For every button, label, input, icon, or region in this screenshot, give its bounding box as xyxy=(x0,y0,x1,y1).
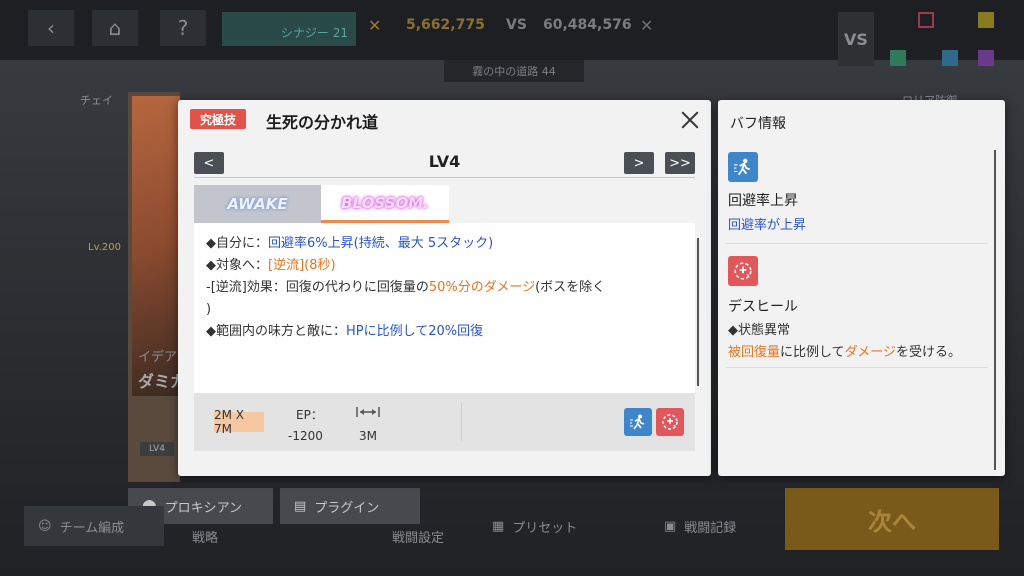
description-scrollbar[interactable] xyxy=(697,238,699,386)
team-synergy-badge: シナジー 21 xyxy=(222,12,356,46)
desc-highlight: 50%分のダメージ xyxy=(428,280,536,295)
preset-button[interactable]: ▦ プリセット xyxy=(478,512,628,540)
synergy-node-icon xyxy=(978,50,994,66)
divider xyxy=(461,403,462,441)
team-edit-label: チーム編成 xyxy=(59,520,125,536)
strategy-tab[interactable]: 戦略 xyxy=(178,522,288,550)
proxy-label: プロキシアン xyxy=(164,500,243,516)
ultimate-badge: 究極技 xyxy=(190,109,246,129)
evasion-up-icon[interactable] xyxy=(624,408,652,436)
skill-description: ◆自分に：回避率6%上昇(持続、最大 5スタック) ◆対象へ：[逆流](8秒) … xyxy=(194,223,699,393)
battle-settings-tab[interactable]: 戦闘設定 xyxy=(378,522,478,550)
team-synergy-label: シナジー 21 xyxy=(280,26,348,40)
character-title: イデア xyxy=(138,350,178,365)
vs-label: VS xyxy=(506,17,527,33)
tab-blossom[interactable]: BLOSSOM. xyxy=(321,185,449,223)
next-button[interactable]: 次へ xyxy=(785,488,999,550)
desc-text: を受ける。 xyxy=(896,345,962,360)
distance-icon xyxy=(356,407,380,417)
top-bar: ‹ ⌂ ? シナジー 21 ✕ 5,662,775 VS 60,484,576 … xyxy=(0,0,1024,66)
home-button[interactable]: ⌂ xyxy=(92,10,138,46)
enemy-power-score: 60,484,576 xyxy=(543,17,632,33)
buff-entry-evasion: 回避率上昇 回避率が上昇 xyxy=(726,152,988,244)
battle-record-label: 戦闘記録 xyxy=(684,520,737,536)
cross-icon: ✕ xyxy=(368,16,382,35)
heal-reverse-icon[interactable] xyxy=(656,408,684,436)
tab-awake[interactable]: AWAKE xyxy=(194,185,321,223)
back-button[interactable]: ‹ xyxy=(28,10,74,46)
desc-text: ◆自分に： xyxy=(206,236,268,251)
desc-text: -[逆流]効果：回復の代わりに回復量の xyxy=(206,280,429,295)
close-icon[interactable] xyxy=(678,108,702,132)
versus-logo: VS xyxy=(838,12,874,66)
desc-line-self: ◆自分に：回避率6%上昇(持続、最大 5スタック) xyxy=(206,233,695,255)
skill-info-bar: 2M X 7M EP： -1200 3M xyxy=(194,393,695,451)
buff-description: 回避率が上昇 xyxy=(728,214,806,233)
strategy-label: 戦略 xyxy=(192,530,219,546)
desc-text: が xyxy=(767,218,781,233)
heal-reverse-icon xyxy=(728,256,758,286)
buff-entry-death-heal: デスヒール ◆状態異常 被回復量に比例してダメージを受ける。 xyxy=(726,256,988,368)
desc-highlight: 被回復量 xyxy=(728,345,781,360)
desc-highlight: HPに比例して20%回復 xyxy=(346,324,484,339)
desc-line-effect: -[逆流]効果：回復の代わりに回復量の50%分のダメージ(ボスを除く xyxy=(206,277,695,299)
desc-line-area: ◆範囲内の味方と敵に：HPに比例して20%回復 xyxy=(206,321,695,343)
desc-text: に比例して xyxy=(780,345,845,360)
buff-description: 被回復量に比例してダメージを受ける。 xyxy=(728,341,961,360)
synergy-node-icon xyxy=(942,50,958,66)
skill-name: 生死の分かれ道 xyxy=(266,113,379,132)
team-power-score: 5,662,775 xyxy=(406,17,485,33)
desc-text: (ボスを除く xyxy=(535,280,606,295)
desc-highlight: [逆流](8秒) xyxy=(268,258,336,273)
ep-label: EP： xyxy=(296,408,323,422)
battle-record-button[interactable]: ▣ 戦闘記録 xyxy=(650,512,770,540)
buff-info-panel: バフ情報 回避率上昇 回避率が上昇 デスヒール ◆状態異常 被回復量に比例してダ… xyxy=(718,100,1005,476)
ep-value: -1200 xyxy=(288,429,323,443)
buff-name: デスヒール xyxy=(728,299,798,315)
desc-text: ◆対象へ： xyxy=(206,258,268,273)
desc-line-effect-close: ) xyxy=(206,302,212,317)
preset-label: プリセット xyxy=(512,520,578,536)
distance-value: 3M xyxy=(359,429,377,443)
buff-panel-title: バフ情報 xyxy=(730,116,786,132)
buff-tag: ◆状態異常 xyxy=(728,323,790,338)
help-button[interactable]: ? xyxy=(160,10,206,46)
desc-text: ◆範囲内の味方と敵に： xyxy=(206,324,346,339)
battle-settings-label: 戦闘設定 xyxy=(392,530,445,546)
plugin-icon: ▤ xyxy=(294,498,307,514)
cross-icon: ✕ xyxy=(640,16,654,35)
desc-highlight: 上昇 xyxy=(780,218,807,233)
desc-highlight: ダメージ xyxy=(844,345,896,360)
buff-name: 回避率上昇 xyxy=(728,193,798,209)
plugin-button[interactable]: ▤ プラグイン xyxy=(280,488,420,524)
next-level-button[interactable]: > xyxy=(624,152,654,174)
level-selector: < LV4 > >> xyxy=(194,150,695,178)
synergy-node-icon xyxy=(978,12,994,28)
record-icon: ▣ xyxy=(664,518,677,534)
skill-level-chip: LV4 xyxy=(140,442,174,456)
stage-name: 霧の中の道路 44 xyxy=(444,60,584,82)
desc-highlight: 回避率6%上昇(持続、最大 5スタック) xyxy=(268,236,494,251)
evasion-up-icon xyxy=(728,152,758,182)
desc-line-target: ◆対象へ：[逆流](8秒) xyxy=(206,255,695,277)
level-label: LV4 xyxy=(428,152,461,171)
dialog-header: 究極技 生死の分かれ道 xyxy=(178,100,711,138)
synergy-node-icon xyxy=(890,50,906,66)
desc-highlight: 回避率 xyxy=(728,218,768,233)
character-level: Lv.200 xyxy=(88,242,121,253)
team-icon: ☺ xyxy=(38,518,52,534)
max-level-button[interactable]: >> xyxy=(665,152,695,174)
range-value: 2M X 7M xyxy=(214,408,264,436)
buff-panel-scrollbar[interactable] xyxy=(994,150,996,470)
team-edit-button[interactable]: ☺ チーム編成 xyxy=(24,506,164,546)
synergy-node-icon xyxy=(918,12,934,28)
plugin-label: プラグイン xyxy=(314,500,380,516)
skill-detail-dialog: 究極技 生死の分かれ道 < LV4 > >> AWAKE BLOSSOM. ◆自… xyxy=(178,100,711,476)
left-tab-label: チェイ xyxy=(80,94,113,107)
preset-icon: ▦ xyxy=(492,518,505,534)
